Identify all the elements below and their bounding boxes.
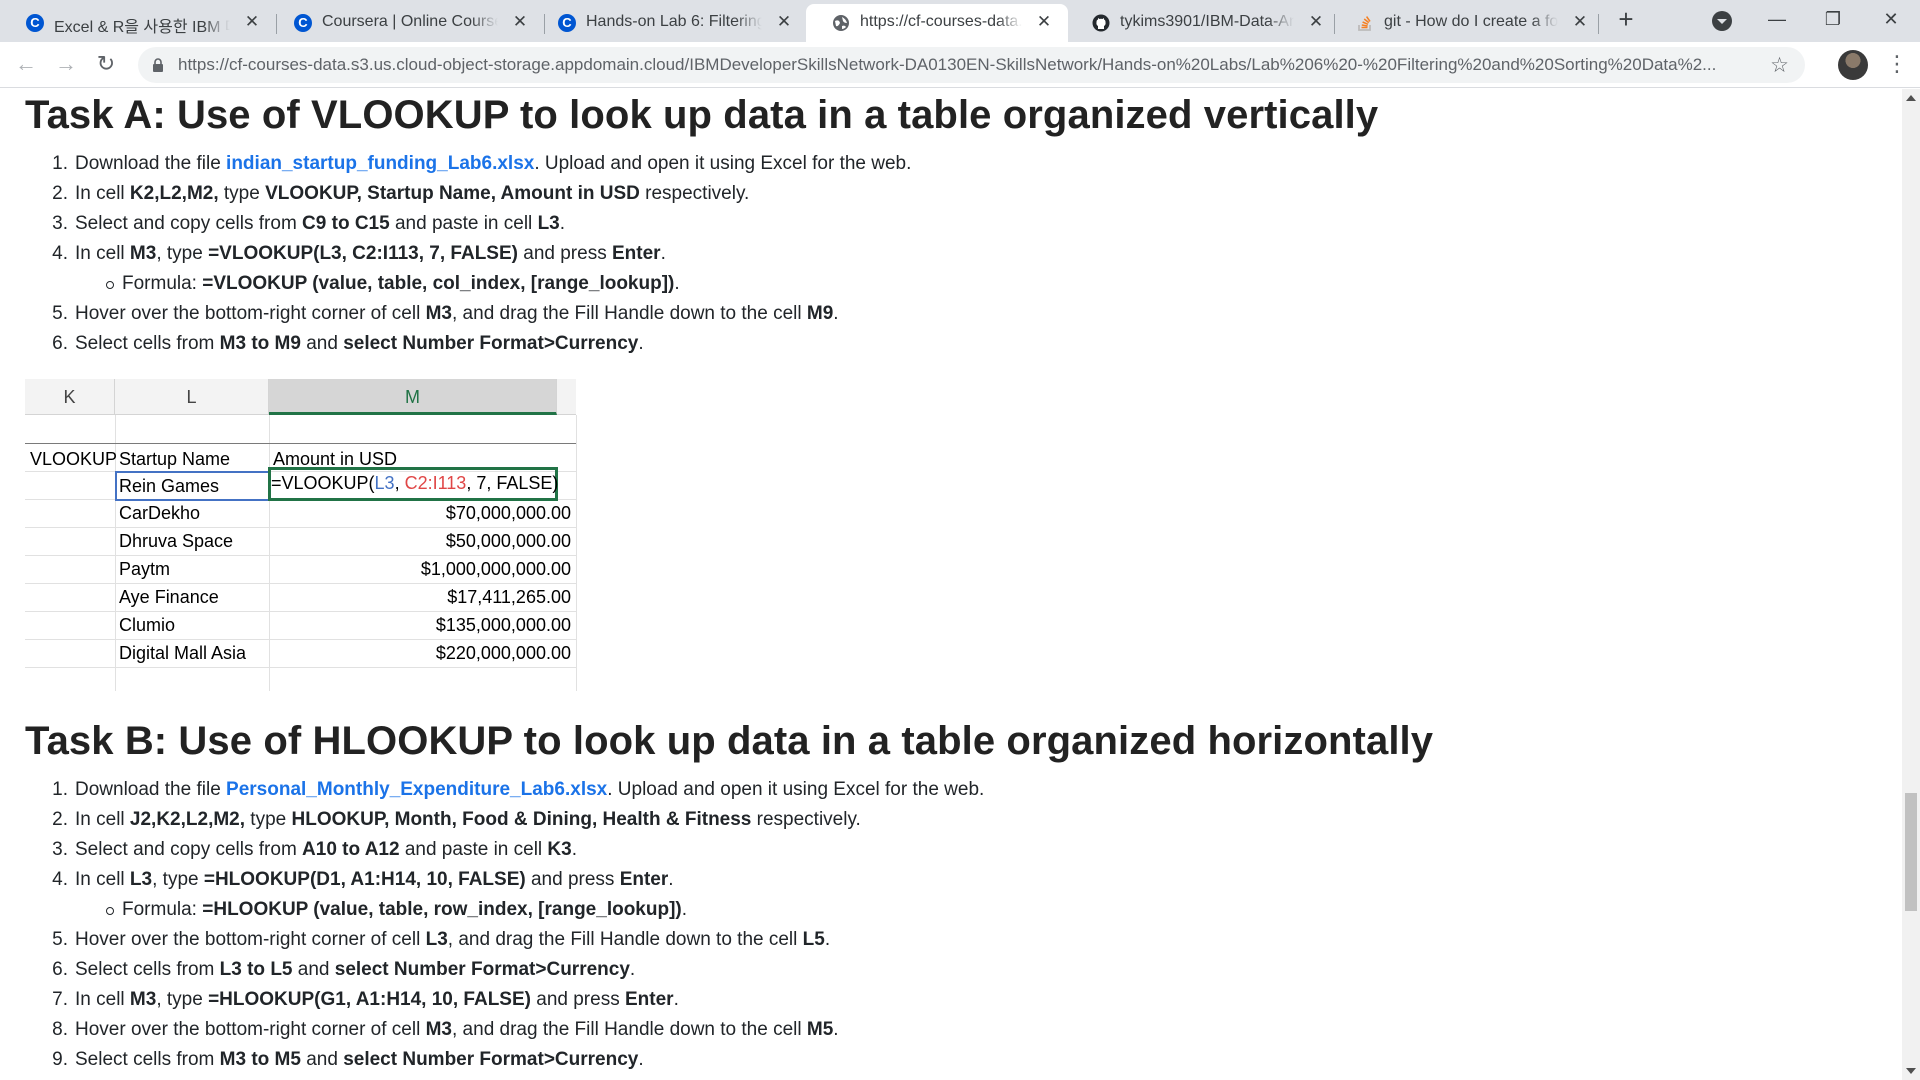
list-item: 1. Download the file indian_startup_fundi… (52, 153, 912, 174)
gridline (576, 415, 577, 691)
download-link-indian-startup[interactable]: indian_startup_funding_Lab6.xlsx (226, 153, 534, 174)
forward-arrow-icon[interactable]: → (52, 50, 80, 78)
cell-l8: Clumio (119, 615, 176, 635)
tab-title: Coursera | Online Courses (322, 13, 498, 30)
page-content: Task A: Use of VLOOKUP to look up data i… (0, 89, 1900, 1080)
cell-l2: Startup Name (119, 449, 231, 469)
tab-search-icon[interactable] (1712, 11, 1732, 31)
tab-hands-on-lab[interactable]: C Hands-on Lab 6: Filtering a ✕ (532, 4, 808, 42)
cell-m3-formula: =VLOOKUP(L3, C2:I113, 7, FALSE) (271, 473, 559, 493)
cell-l9: Digital Mall Asia (119, 643, 247, 663)
list-item: 6. Select cells from M3 to M9 and select … (52, 333, 644, 354)
github-icon (1092, 14, 1110, 32)
stackoverflow-icon (1358, 16, 1371, 31)
list-item: 2. In cell K2,L2,M2, type VLOOKUP, Startu… (52, 183, 750, 204)
cell-m4: $70,000,000.00 (445, 503, 571, 523)
list-item: Formula: =HLOOKUP (value, table, row_ind… (28, 895, 984, 925)
gridline (25, 443, 576, 444)
scroll-down-arrow-icon[interactable] (1906, 1068, 1916, 1074)
list-item: 2. In cell J2,K2,L2,M2, type HLOOKUP, Mon… (52, 809, 861, 830)
kebab-menu-icon[interactable]: ⋮ (1886, 50, 1908, 80)
list-item: 4. In cell L3, type =HLOOKUP(D1, A1:H14, … (52, 869, 674, 890)
column-header-l: L (115, 379, 269, 415)
cell-l7: Aye Finance (119, 587, 219, 607)
tab-title: https://cf-courses-data.s3.u (860, 13, 1022, 30)
profile-avatar[interactable] (1838, 50, 1868, 80)
list-item: 7. In cell M3, type =HLOOKUP(G1, A1:H14, … (52, 989, 679, 1010)
tab-title: Hands-on Lab 6: Filtering a (586, 13, 762, 30)
list-item: 6. Select cells from L3 to L5 and select … (52, 959, 636, 980)
gridline (25, 667, 576, 668)
browser-toolbar: ← → ↻ https://cf-courses-data.s3.us.clou… (0, 42, 1920, 88)
close-icon[interactable]: ✕ (1034, 12, 1054, 32)
tab-strip: C Excel & R을 사용한 IBM 데 ✕ C Coursera | On… (0, 0, 1920, 42)
tab-cf-courses-data[interactable]: https://cf-courses-data.s3.u ✕ (806, 4, 1068, 42)
column-header-m: M (269, 379, 557, 415)
new-tab-button[interactable]: + (1612, 6, 1640, 34)
list-item: 9. Select cells from M3 to M5 and select … (52, 1049, 644, 1070)
task-b-steps: 1. Download the file Personal_Monthly_Exp… (28, 775, 984, 1075)
coursera-icon: C (26, 14, 44, 32)
task-b-heading: Task B: Use of HLOOKUP to look up data i… (25, 719, 1434, 763)
tab-excel-r-ibm[interactable]: C Excel & R을 사용한 IBM 데 ✕ (0, 4, 276, 42)
list-item: 3. Select and copy cells from C9 to C15 a… (52, 213, 566, 234)
coursera-icon: C (558, 14, 576, 32)
cell-m8: $135,000,000.00 (435, 615, 571, 635)
list-item: Formula: =VLOOKUP (value, table, col_ind… (28, 269, 911, 299)
tab-title: git - How do I create a fol (1384, 13, 1558, 30)
list-item: 1. Download the file Personal_Monthly_Exp… (52, 779, 985, 800)
cell-l5: Dhruva Space (119, 531, 234, 551)
cell-m5: $50,000,000.00 (445, 531, 571, 551)
list-item: 5. Hover over the bottom-right corner of … (52, 303, 839, 324)
window-close-icon[interactable]: ✕ (1864, 0, 1918, 40)
list-item: 3. Select and copy cells from A10 to A12 … (52, 839, 577, 860)
cell-m9: $220,000,000.00 (435, 643, 571, 663)
tab-title: Excel & R을 사용한 IBM 데 (54, 19, 230, 36)
cell-m6: $1,000,000,000.00 (420, 559, 571, 579)
scroll-up-arrow-icon[interactable] (1906, 95, 1916, 101)
lock-icon[interactable] (152, 58, 164, 72)
excel-vlookup-screenshot: K L M VLOOKUP Startup Name Amount in USD… (25, 379, 577, 691)
download-link-personal-expenditure[interactable]: Personal_Monthly_Expenditure_Lab6.xlsx (226, 779, 607, 800)
close-icon[interactable]: ✕ (242, 12, 262, 32)
close-icon[interactable]: ✕ (510, 12, 530, 32)
cell-k2: VLOOKUP (30, 449, 118, 469)
vertical-scrollbar[interactable] (1902, 89, 1920, 1080)
minimize-icon[interactable]: — (1750, 0, 1804, 40)
scrollbar-thumb[interactable] (1905, 793, 1917, 911)
cell-l3: Rein Games (119, 476, 220, 496)
close-icon[interactable]: ✕ (1570, 12, 1590, 32)
tab-stackoverflow[interactable]: git - How do I create a fol ✕ (1330, 4, 1604, 42)
cell-l6: Paytm (119, 559, 171, 579)
bookmark-star-icon[interactable]: ☆ (1770, 53, 1789, 78)
column-header-filler (557, 379, 576, 415)
reload-icon[interactable]: ↻ (92, 50, 120, 78)
url-text[interactable]: https://cf-courses-data.s3.us.cloud-obje… (178, 55, 1755, 75)
tab-separator (1598, 14, 1599, 34)
address-bar[interactable]: https://cf-courses-data.s3.us.cloud-obje… (138, 47, 1805, 83)
close-icon[interactable]: ✕ (1306, 12, 1326, 32)
restore-icon[interactable]: ❐ (1806, 0, 1860, 40)
cell-l4: CarDekho (119, 503, 201, 523)
tab-title: tykims3901/IBM-Data-Anal (1120, 13, 1294, 30)
list-item: 8. Hover over the bottom-right corner of … (52, 1019, 839, 1040)
list-item: 5. Hover over the bottom-right corner of … (52, 929, 831, 950)
task-a-steps: 1. Download the file indian_startup_fundi… (28, 149, 911, 359)
close-icon[interactable]: ✕ (774, 12, 794, 32)
cell-m7: $17,411,265.00 (447, 587, 571, 607)
gridline (269, 415, 270, 691)
column-header-k: K (25, 379, 115, 415)
coursera-icon: C (294, 14, 312, 32)
globe-icon (833, 15, 849, 31)
back-arrow-icon[interactable]: ← (12, 50, 40, 78)
task-a-heading: Task A: Use of VLOOKUP to look up data i… (25, 93, 1379, 137)
tab-github[interactable]: tykims3901/IBM-Data-Anal ✕ (1066, 4, 1340, 42)
list-item: 4. In cell M3, type =VLOOKUP(L3, C2:I113,… (52, 243, 666, 264)
tab-coursera[interactable]: C Coursera | Online Courses ✕ (268, 4, 544, 42)
